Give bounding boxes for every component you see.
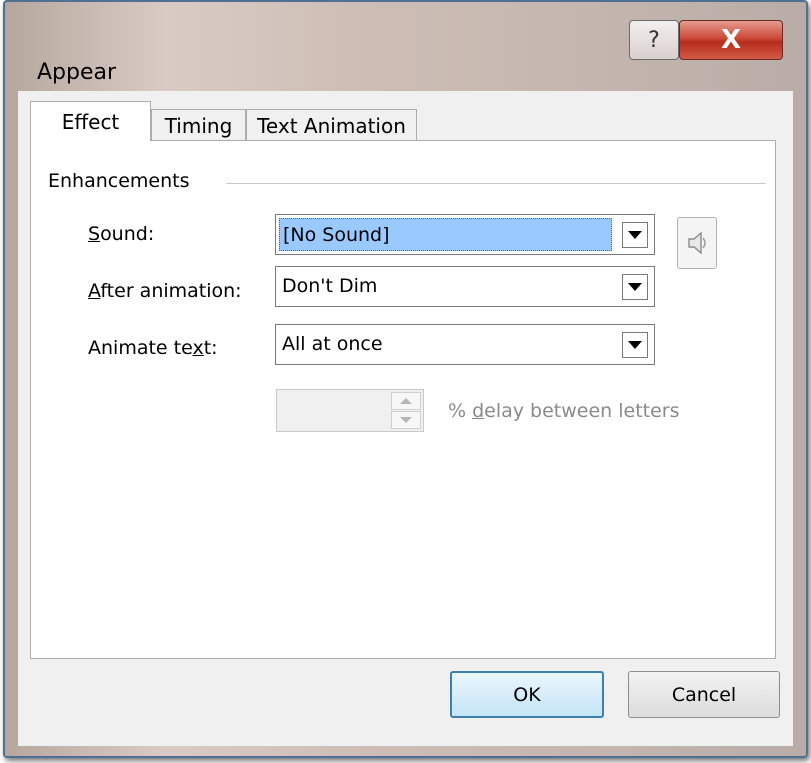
group-divider (226, 183, 766, 184)
animate-text-value: All at once (282, 333, 383, 355)
spin-down-icon[interactable] (391, 411, 421, 429)
tab-text-animation-label: Text Animation (257, 113, 406, 138)
chevron-down-icon[interactable] (622, 274, 648, 300)
window-title: Appear (37, 60, 117, 85)
close-icon: X (720, 25, 742, 55)
animate-text-dropdown[interactable]: All at once (275, 324, 655, 365)
sound-label: Sound: (88, 223, 155, 245)
sound-preview-button[interactable] (677, 217, 717, 269)
speaker-icon (688, 231, 706, 255)
close-button[interactable]: X (679, 20, 783, 60)
delay-spinner[interactable] (276, 389, 424, 432)
after-animation-label: After animation: (88, 280, 242, 302)
enhancements-group-label: Enhancements (48, 170, 196, 192)
sound-dropdown[interactable]: [No Sound] (275, 214, 655, 255)
tab-timing[interactable]: Timing (151, 109, 246, 141)
tab-effect[interactable]: Effect (30, 101, 151, 141)
tab-text-animation[interactable]: Text Animation (246, 109, 417, 141)
help-button[interactable]: ? (629, 20, 679, 60)
spin-up-icon[interactable] (391, 392, 421, 410)
tab-effect-label: Effect (61, 109, 120, 134)
help-icon: ? (648, 27, 660, 53)
tab-timing-label: Timing (164, 113, 233, 138)
chevron-down-icon[interactable] (622, 222, 648, 248)
sound-value: [No Sound] (279, 218, 612, 251)
delay-label: % delay between letters (448, 400, 680, 422)
after-animation-value: Don't Dim (282, 275, 378, 297)
after-animation-dropdown[interactable]: Don't Dim (275, 266, 655, 307)
animate-text-label: Animate text: (88, 337, 218, 359)
ok-button[interactable]: OK (450, 671, 604, 718)
chevron-down-icon[interactable] (622, 332, 648, 358)
cancel-button[interactable]: Cancel (628, 671, 780, 718)
